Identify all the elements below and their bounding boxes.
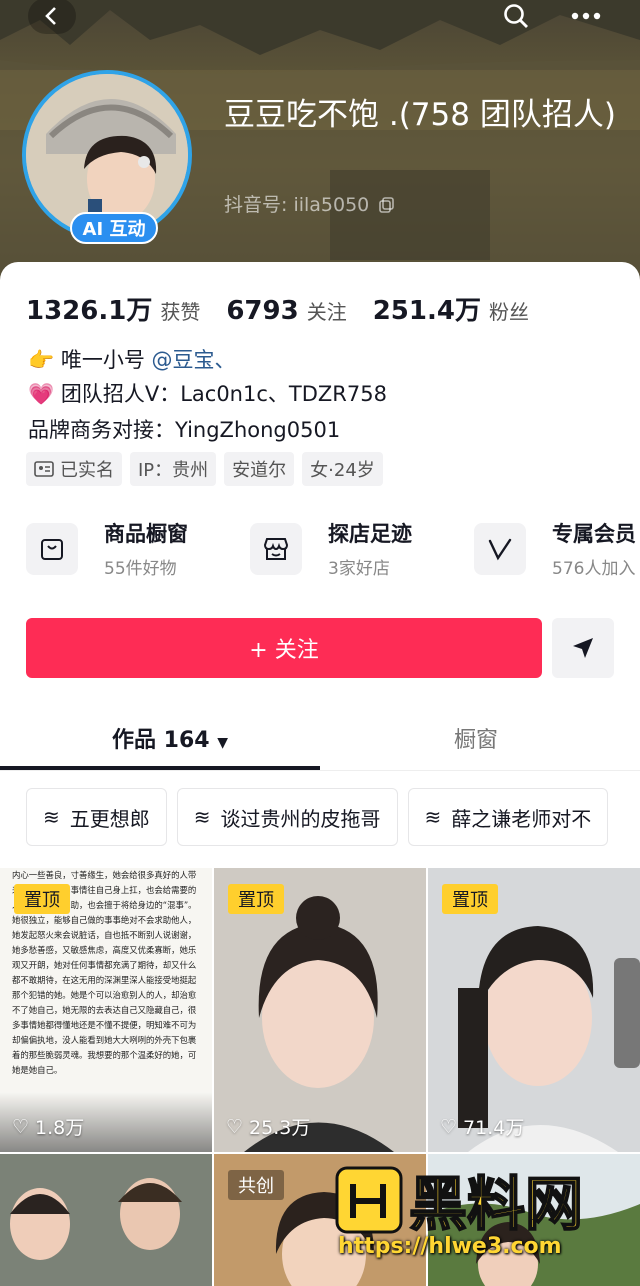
- follow-button[interactable]: + 关注: [26, 618, 542, 678]
- stats-row: 1326.1万 获赞 6793 关注 251.4万 粉丝: [26, 290, 555, 327]
- send-icon: [573, 638, 593, 658]
- thumb-couple: [0, 1154, 212, 1286]
- video-thumb[interactable]: 置顶 ♡ 25.3万: [214, 868, 426, 1152]
- like-count-value: 25.3万: [249, 1117, 311, 1139]
- douyin-id-text: 抖音号: iila5050: [224, 194, 370, 216]
- share-button[interactable]: [552, 618, 614, 678]
- collection-chip[interactable]: ≋ 五更想郎: [26, 788, 167, 846]
- service-member-title: 专属会员: [552, 522, 636, 546]
- stat-following-label: 关注: [306, 300, 347, 324]
- services-row: 商品橱窗 55件好物 探店足迹 3家好店 专属会员 576人加入: [26, 518, 640, 579]
- collection-label: 五更想郎: [69, 806, 150, 831]
- search-icon: [504, 4, 528, 28]
- service-shop-sub: 3家好店: [328, 559, 390, 579]
- back-button[interactable]: [28, 0, 76, 34]
- copy-icon: [379, 197, 395, 213]
- pointing-hand-icon: 👉: [28, 348, 55, 372]
- watermark-url: https://hlwe3.com: [338, 1234, 562, 1259]
- tab-works[interactable]: 作品 164 ▼: [112, 722, 228, 754]
- tab-showcase[interactable]: 橱窗: [454, 722, 498, 754]
- collection-chip[interactable]: ≋ 薛之谦老师对不: [407, 788, 609, 846]
- pinned-badge: 置顶: [14, 884, 70, 914]
- video-thumb[interactable]: 内心一些善良，寸善缘生，她会给很多真好的人带来快乐，把很多事情往自己身上扛，也会…: [0, 868, 212, 1152]
- collections-row: ≋ 五更想郎 ≋ 谈过贵州的皮拖哥 ≋ 薛之谦老师对不: [26, 788, 609, 846]
- service-showcase-title: 商品橱窗: [104, 522, 188, 546]
- video-thumb[interactable]: 置顶 ♡ 71.4万: [428, 868, 640, 1152]
- more-icon: [571, 12, 601, 20]
- stat-likes-num: 1326.1万: [26, 296, 153, 326]
- bio-line-2-text: 团队招人V：Lac0n1c、TDZR758: [60, 382, 387, 406]
- stat-likes-label: 获赞: [160, 300, 201, 324]
- content-tabs: 作品 164 ▼ 橱窗: [0, 708, 640, 771]
- stat-followers[interactable]: 251.4万 粉丝: [373, 290, 529, 327]
- id-card-icon: [34, 461, 54, 477]
- heart-outline-icon: ♡: [12, 1115, 30, 1138]
- search-button[interactable]: [492, 0, 540, 34]
- tag-gender-age[interactable]: 女·24岁: [302, 452, 383, 486]
- caret-down-icon: ▼: [217, 735, 229, 751]
- bio-line-3: 品牌商务对接：YingZhong0501: [28, 418, 341, 442]
- profile-name: 豆豆吃不饱 .(758 团队招人): [224, 97, 616, 133]
- like-count-value: 1.8万: [35, 1117, 85, 1139]
- profile-header: AI 互动 豆豆吃不饱 .(758 团队招人) 抖音号: iila5050: [0, 0, 640, 300]
- watermark-brand: 黑料网: [409, 1170, 583, 1238]
- service-member-sub: 576人加入: [552, 559, 636, 579]
- collection-chip[interactable]: ≋ 谈过贵州的皮拖哥: [176, 788, 398, 846]
- mention-link[interactable]: @豆宝、: [152, 348, 236, 372]
- pinned-badge: 置顶: [442, 884, 498, 914]
- heart-outline-icon: ♡: [226, 1115, 244, 1138]
- pinned-badge: 置顶: [228, 884, 284, 914]
- stat-following-num: 6793: [226, 296, 299, 326]
- active-tab-indicator: [0, 766, 320, 770]
- tag-location[interactable]: 安道尔: [224, 452, 295, 486]
- layers-icon: ≋: [193, 805, 211, 829]
- shop-icon: [250, 522, 302, 575]
- collection-label: 谈过贵州的皮拖哥: [220, 806, 381, 831]
- stat-likes[interactable]: 1326.1万 获赞: [26, 290, 200, 327]
- back-arrow-icon: [45, 7, 56, 25]
- layers-icon: ≋: [43, 805, 60, 829]
- bio-line-1: 👉 唯一小号 @豆宝、: [28, 344, 236, 374]
- service-showcase-sub: 55件好物: [104, 559, 177, 579]
- service-showcase[interactable]: 商品橱窗 55件好物: [26, 518, 230, 579]
- bio-line-2: 💗 团队招人V：Lac0n1c、TDZR758: [28, 378, 387, 408]
- tag-verified[interactable]: 已实名: [26, 452, 122, 486]
- tag-verified-label: 已实名: [60, 460, 114, 481]
- heart-icon: 💗: [28, 382, 55, 406]
- co-create-badge: 共创: [228, 1170, 284, 1200]
- tag-row: 已实名 IP：贵州 安道尔 女·24岁: [26, 452, 383, 486]
- v-icon: [474, 522, 526, 575]
- service-membership[interactable]: 专属会员 576人加入: [474, 518, 640, 579]
- tag-ip[interactable]: IP：贵州: [130, 452, 217, 486]
- bag-icon: [26, 522, 78, 575]
- service-shop-visits[interactable]: 探店足迹 3家好店: [250, 518, 454, 579]
- more-button[interactable]: [562, 0, 610, 34]
- bio-line-1-text: 唯一小号: [60, 348, 145, 372]
- like-count: ♡ 71.4万: [440, 1113, 524, 1140]
- collection-label: 薛之谦老师对不: [451, 806, 592, 831]
- douyin-id[interactable]: 抖音号: iila5050: [224, 190, 395, 217]
- like-count: ♡ 25.3万: [226, 1113, 310, 1140]
- heart-outline-icon: ♡: [440, 1115, 458, 1138]
- service-shop-title: 探店足迹: [328, 522, 412, 546]
- stat-followers-label: 粉丝: [488, 300, 529, 324]
- tab-works-label: 作品 164: [112, 728, 210, 753]
- layers-icon: ≋: [424, 805, 442, 829]
- like-count-value: 71.4万: [463, 1117, 525, 1139]
- stat-followers-num: 251.4万: [372, 296, 481, 326]
- video-thumb[interactable]: [0, 1154, 212, 1286]
- like-count: ♡ 1.8万: [12, 1113, 84, 1140]
- ai-interact-badge[interactable]: AI 互动: [70, 212, 158, 244]
- stat-following[interactable]: 6793 关注: [226, 296, 346, 326]
